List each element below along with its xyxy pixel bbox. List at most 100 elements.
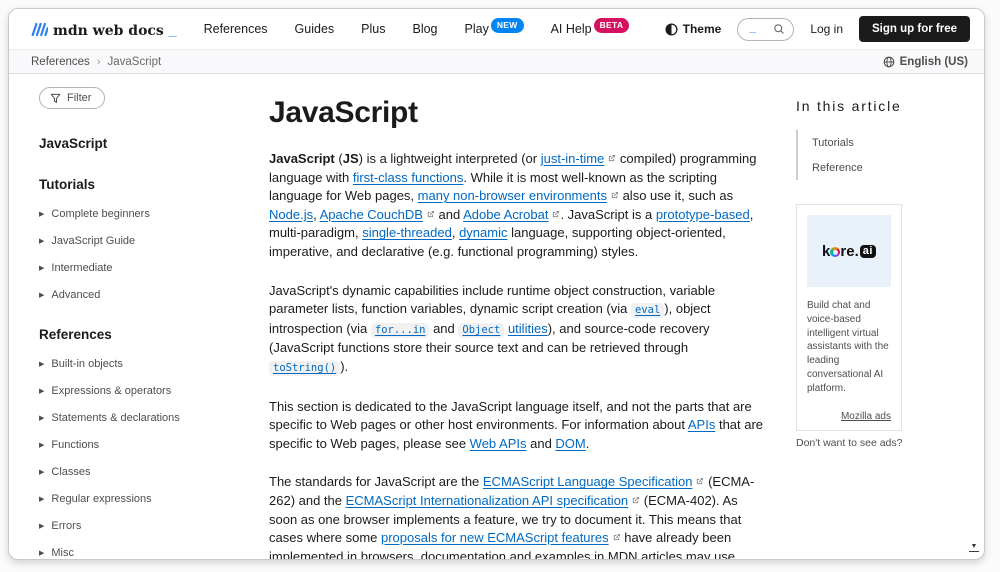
nav-item-ai-help[interactable]: AI HelpBETA (551, 22, 630, 37)
article-link-proposals-for-new-ecmascript-features[interactable]: proposals for new ECMAScript features (381, 530, 609, 545)
language-label: English (US) (900, 56, 968, 68)
article-link-node-js[interactable]: Node.js (269, 207, 313, 222)
sidebar-item-label: Classes (51, 466, 90, 478)
external-link-icon (426, 207, 435, 222)
sidebar-item-built-in-objects[interactable]: ▶ Built-in objects (39, 358, 264, 370)
scroll-down-icon[interactable]: ▼ (969, 543, 979, 552)
toc-heading: In this article (796, 98, 971, 114)
article-link-apis[interactable]: APIs (688, 417, 715, 432)
sidebar-item-functions[interactable]: ▶ Functions (39, 439, 264, 451)
expand-triangle-icon: ▶ (39, 291, 44, 299)
article-link-single-threaded[interactable]: single-threaded (362, 225, 452, 240)
browser-page: mdn web docs _ References Guides Plus Blog P… (8, 8, 985, 560)
right-rail: In this article TutorialsReference k re.… (796, 74, 971, 449)
article-link-just-in-time[interactable]: just-in-time (541, 151, 605, 166)
sidebar-heading-tutorials: Tutorials (39, 177, 264, 192)
sidebar-item-label: JavaScript Guide (51, 235, 135, 247)
expand-triangle-icon: ▶ (39, 441, 44, 449)
expand-triangle-icon: ▶ (39, 360, 44, 368)
sidebar-item-label: Functions (51, 439, 99, 451)
sidebar-item-label: Expressions & operators (51, 385, 171, 397)
article-link-dynamic[interactable]: dynamic (459, 225, 507, 240)
toc-item-reference[interactable]: Reference (812, 155, 971, 180)
sidebar-sections: Tutorials▶Complete beginners▶JavaScript … (39, 177, 264, 559)
external-link-icon (607, 151, 616, 166)
nav-badge-ai-help: BETA (594, 18, 630, 33)
bold-text: JavaScript (269, 151, 335, 166)
article-link-first-class-functions[interactable]: first-class functions (353, 170, 464, 185)
article-link-for-in[interactable]: for...in (371, 323, 430, 338)
article-link-many-non-browser-environments[interactable]: many non-browser environments (418, 188, 607, 203)
ad-dismiss-link[interactable]: Don't want to see ads? (796, 437, 971, 449)
toc-list: TutorialsReference (796, 130, 971, 180)
sidebar-item-intermediate[interactable]: ▶Intermediate (39, 262, 264, 274)
signup-button[interactable]: Sign up for free (859, 16, 970, 42)
article-link-prototype-based[interactable]: prototype-based (656, 207, 750, 222)
sidebar-item-advanced[interactable]: ▶ Advanced (39, 289, 264, 301)
left-sidebar: Filter JavaScript Tutorials ▶Complete beg… (39, 74, 264, 560)
sidebar-item-label: Built-in objects (51, 358, 123, 370)
sidebar-item-label: Advanced (51, 289, 100, 301)
sidebar-item-misc[interactable]: ▶Misc (39, 547, 264, 559)
external-link-icon (612, 530, 621, 545)
filter-icon (50, 93, 61, 104)
filter-button[interactable]: Filter (39, 87, 105, 109)
mdn-logo[interactable]: mdn web docs _ (31, 20, 176, 39)
nav-item-play[interactable]: PlayNEW (465, 22, 524, 37)
sidebar-item-javascript-guide[interactable]: ▶JavaScript Guide (39, 235, 264, 247)
article-link-ecmascript-internationalization-api-specification[interactable]: ECMAScript Internationalization API spec… (346, 493, 629, 508)
sidebar-item-errors[interactable]: ▶ Errors (39, 520, 264, 532)
login-button[interactable]: Log in (810, 22, 843, 36)
page-title: JavaScript (269, 96, 769, 130)
ad-image[interactable]: k re. ai (807, 215, 891, 287)
breadcrumb-bar: References › JavaScript English (US) (9, 49, 984, 74)
external-link-icon (695, 474, 704, 489)
article-link-utilities[interactable]: utilities (508, 321, 548, 336)
globe-icon (883, 56, 895, 68)
breadcrumb-javascript[interactable]: JavaScript (107, 56, 161, 68)
article-paragraph: JavaScript's dynamic capabilities includ… (269, 282, 769, 378)
article-link-adobe-acrobat[interactable]: Adobe Acrobat (463, 207, 548, 222)
bold-text: JS (343, 151, 359, 166)
sidebar-item-classes[interactable]: ▶ Classes (39, 466, 264, 478)
ad-box: k re. ai Build chat and voice-based inte… (796, 204, 902, 431)
top-navigation-bar: mdn web docs _ References Guides Plus Blog P… (9, 9, 984, 49)
sidebar-item-statements-declarations[interactable]: ▶Statements & declarations (39, 412, 264, 424)
nav-item-blog[interactable]: Blog (412, 22, 437, 36)
theme-toggle-button[interactable]: Theme (665, 22, 722, 36)
article-link-eval[interactable]: eval (631, 303, 664, 318)
expand-triangle-icon: ▶ (39, 522, 44, 530)
nav-item-guides[interactable]: Guides (295, 22, 335, 36)
search-input[interactable]: _ (737, 18, 794, 41)
expand-triangle-icon: ▶ (39, 468, 44, 476)
article-main: JavaScript JavaScript (JS) is a lightwei… (269, 74, 769, 560)
sidebar-heading-references: References (39, 327, 264, 342)
sidebar-item-regular-expressions[interactable]: ▶Regular expressions (39, 493, 264, 505)
nav-item-plus[interactable]: Plus (361, 22, 385, 36)
article-link-tostring[interactable]: toString() (269, 361, 340, 376)
external-link-icon (551, 207, 560, 222)
sidebar-title[interactable]: JavaScript (39, 136, 264, 151)
sidebar-item-complete-beginners[interactable]: ▶Complete beginners (39, 208, 264, 220)
breadcrumb-references[interactable]: References (31, 56, 90, 68)
page-content: Filter JavaScript Tutorials ▶Complete beg… (9, 74, 984, 559)
article-paragraph: This section is dedicated to the JavaScr… (269, 398, 769, 454)
nav-item-references[interactable]: References (204, 22, 268, 36)
article-link-object[interactable]: Object (458, 323, 504, 338)
article-link-dom[interactable]: DOM (555, 436, 585, 451)
sidebar-item-expressions-operators[interactable]: ▶ Expressions & operators (39, 385, 264, 397)
expand-triangle-icon: ▶ (39, 387, 44, 395)
article-link-apache-couchdb[interactable]: Apache CouchDB (320, 207, 423, 222)
sidebar-item-label: Errors (51, 520, 81, 532)
article-link-ecmascript-language-specification[interactable]: ECMAScript Language Specification (483, 474, 693, 489)
sidebar-item-label: Intermediate (51, 262, 112, 274)
mozilla-ads-link[interactable]: Mozilla ads (841, 411, 891, 422)
search-caret: _ (749, 20, 756, 34)
toc-item-tutorials[interactable]: Tutorials (812, 130, 971, 155)
mdn-logo-cursor: _ (169, 22, 176, 38)
article-link-web-apis[interactable]: Web APIs (470, 436, 527, 451)
article-paragraph: JavaScript (JS) is a lightweight interpr… (269, 150, 769, 262)
header-actions: Theme _ Log in Sign up for free (665, 16, 970, 42)
mdn-logo-m-icon (31, 20, 48, 35)
language-selector[interactable]: English (US) (883, 56, 968, 68)
